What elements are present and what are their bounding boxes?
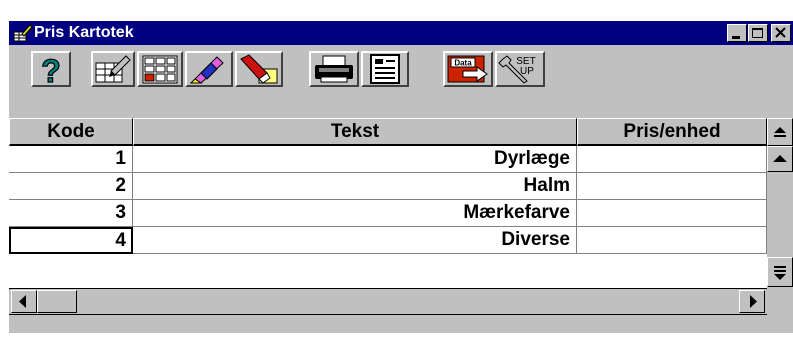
scroll-top-icon	[774, 127, 786, 137]
pris-cell[interactable]	[577, 173, 767, 200]
tekst-cell[interactable]: Diverse	[133, 227, 577, 254]
scroll-up-button[interactable]	[767, 146, 793, 172]
printer-icon	[315, 55, 353, 83]
scroll-bottom-icon	[774, 266, 786, 280]
arrow-left-icon	[19, 295, 26, 308]
maximize-icon	[752, 28, 763, 38]
data-export-icon: Data	[447, 55, 488, 83]
window-title: Pris Kartotek	[34, 24, 134, 41]
calendar-button[interactable]	[137, 51, 183, 87]
help-button[interactable]: ?	[31, 51, 71, 87]
tekst-cell[interactable]: Dyrlæge	[133, 146, 577, 173]
minimize-button[interactable]	[727, 24, 747, 42]
kode-cell[interactable]: 3	[9, 200, 133, 227]
horizontal-scroll-thumb[interactable]	[37, 290, 77, 313]
kode-cell-selected[interactable]: 4	[9, 227, 133, 254]
toolbar: ? Data SET UP	[9, 45, 793, 89]
data-export-label: Data	[454, 59, 472, 68]
question-mark-icon: ?	[41, 53, 62, 85]
svg-text:?: ?	[41, 53, 61, 85]
column-header-tekst[interactable]: Tekst	[133, 118, 577, 146]
eraser-button[interactable]	[235, 51, 283, 87]
horizontal-scrollbar[interactable]	[9, 288, 767, 315]
highlight-button[interactable]	[185, 51, 233, 87]
close-button[interactable]	[771, 24, 791, 42]
title-bar[interactable]: Pris Kartotek	[9, 21, 793, 45]
view-button[interactable]	[361, 51, 409, 87]
kode-cell[interactable]: 2	[9, 173, 133, 200]
close-icon	[775, 27, 786, 38]
minimize-icon	[732, 36, 740, 39]
pris-cell[interactable]	[577, 200, 767, 227]
arrow-up-icon	[773, 155, 787, 162]
app-icon	[13, 24, 33, 42]
scroll-to-top-button[interactable]	[767, 118, 793, 146]
document-view-icon	[370, 54, 400, 84]
calendar-grid-icon	[142, 55, 178, 84]
print-button[interactable]	[309, 51, 359, 87]
svg-text:UP: UP	[520, 66, 534, 77]
table-empty-area	[9, 254, 767, 288]
highlighter-icon	[189, 56, 224, 84]
edit-button[interactable]	[91, 51, 135, 87]
pris-cell[interactable]	[577, 146, 767, 173]
column-header-pris-enhed[interactable]: Pris/enhed	[577, 118, 767, 146]
kode-cell[interactable]: 1	[9, 146, 133, 173]
setup-wrench-icon: SET UP	[498, 55, 536, 84]
setup-button[interactable]: SET UP	[495, 51, 545, 87]
scroll-right-button[interactable]	[739, 290, 765, 313]
maximize-button[interactable]	[748, 24, 768, 42]
tekst-cell[interactable]: Halm	[133, 173, 577, 200]
table-pen-icon	[95, 55, 131, 83]
column-header-kode[interactable]: Kode	[9, 118, 133, 146]
eraser-icon	[240, 54, 278, 84]
arrow-right-icon	[750, 295, 757, 308]
scroll-to-bottom-button[interactable]	[767, 257, 793, 287]
pris-kartotek-window: Pris Kartotek ? Data SET UP Kode Tekst P…	[9, 21, 793, 333]
pris-cell[interactable]	[577, 227, 767, 254]
data-export-button[interactable]: Data	[443, 51, 493, 87]
scroll-left-button[interactable]	[11, 290, 37, 313]
tekst-cell[interactable]: Mærkefarve	[133, 200, 577, 227]
